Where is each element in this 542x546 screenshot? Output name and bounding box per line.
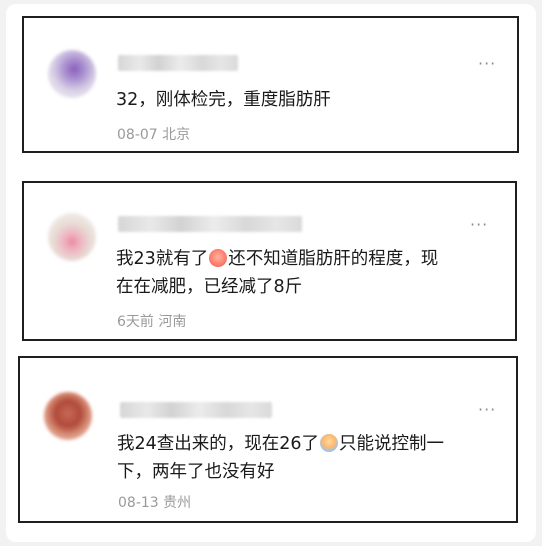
comment-text-part: 只能说控制一	[339, 434, 445, 454]
comment-text-part: 我23就有了	[116, 249, 209, 269]
more-options-button[interactable]: ···	[478, 402, 496, 418]
comment-date: 08-07	[117, 127, 158, 143]
comment-location: 河南	[158, 314, 187, 330]
more-options-button[interactable]: ···	[470, 217, 488, 233]
comment-text: 我23就有了 还不知道脂肪肝的程度，现 在在减肥，已经减了8斤	[116, 245, 506, 301]
avatar[interactable]	[44, 392, 92, 440]
comment-card: ··· 我23就有了 还不知道脂肪肝的程度，现 在在减肥，已经减了8斤 6天前 河…	[22, 181, 517, 341]
comment-list: ··· 32，刚体检完，重度脂肪肝 08-07 北京 ··· 我23就有了 还不知…	[6, 4, 536, 542]
comment-meta: 6天前 河南	[117, 314, 186, 330]
avatar[interactable]	[48, 50, 96, 98]
comment-text-part: 下，两年了也没有好	[117, 462, 275, 482]
comment-text-part: 在在减肥，已经减了8斤	[116, 277, 303, 297]
comment-location: 贵州	[163, 495, 192, 511]
comment-meta: 08-07 北京	[117, 127, 190, 143]
username-redacted[interactable]	[118, 216, 302, 232]
comment-text-part: 我24查出来的，现在26了	[117, 434, 320, 454]
username-redacted[interactable]	[120, 402, 272, 418]
comment-card: ··· 我24查出来的，现在26了 只能说控制一 下，两年了也没有好 08-13 …	[18, 356, 518, 523]
comment-text-part: 还不知道脂肪肝的程度，现	[228, 249, 439, 269]
crying-face-emoji	[209, 249, 228, 267]
comment-date: 6天前	[117, 314, 154, 330]
username-redacted[interactable]	[118, 55, 238, 71]
more-options-button[interactable]: ···	[478, 56, 496, 72]
comment-text: 我24查出来的，现在26了 只能说控制一 下，两年了也没有好	[117, 430, 507, 486]
comment-meta: 08-13 贵州	[118, 495, 191, 511]
crying-face-emoji	[320, 434, 339, 452]
comment-card: ··· 32，刚体检完，重度脂肪肝 08-07 北京	[22, 16, 519, 153]
comment-date: 08-13	[118, 495, 159, 511]
comment-text: 32，刚体检完，重度脂肪肝	[116, 90, 331, 110]
comment-location: 北京	[162, 127, 191, 143]
avatar[interactable]	[48, 213, 96, 261]
